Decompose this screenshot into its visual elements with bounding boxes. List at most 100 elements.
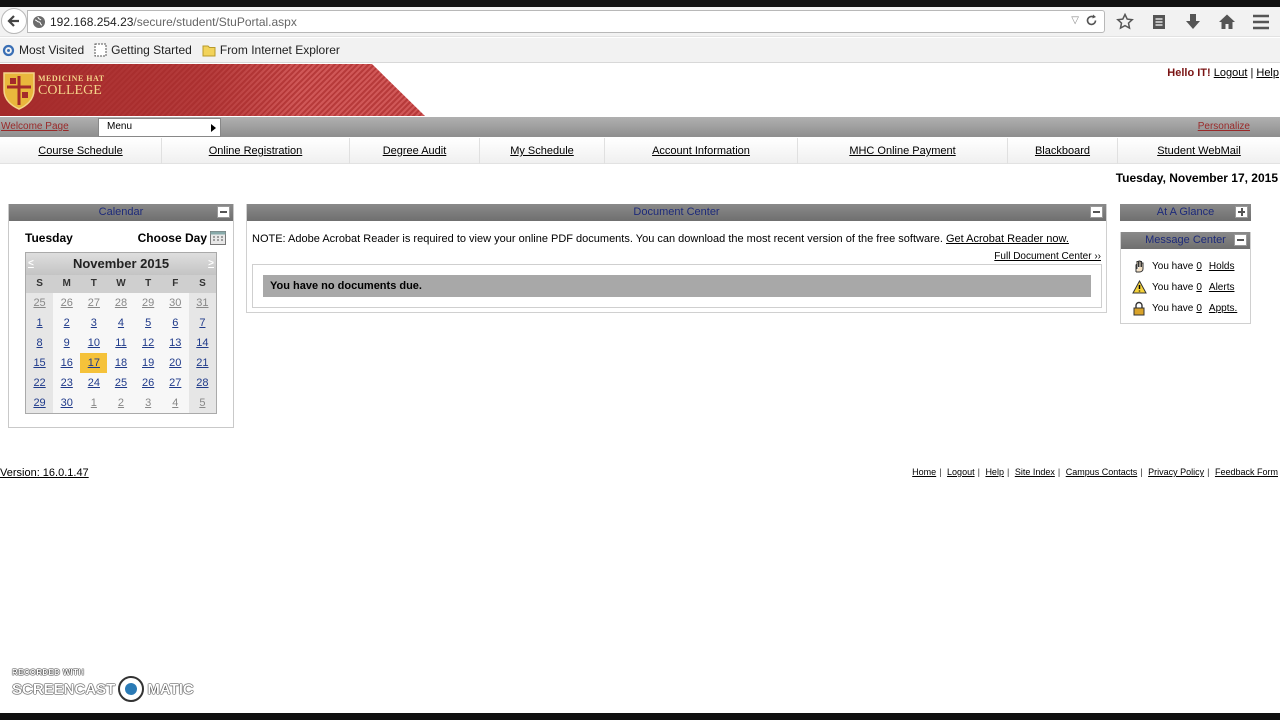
nav-link[interactable]: Blackboard <box>1035 145 1090 157</box>
bookmark-most-visited[interactable]: Most Visited <box>2 43 84 57</box>
calendar-day[interactable]: 5 <box>135 313 162 333</box>
nav-link[interactable]: MHC Online Payment <box>849 145 955 157</box>
bookmark-getting-started[interactable]: Getting Started <box>94 43 192 57</box>
calendar-day[interactable]: 5 <box>188 393 216 413</box>
calendar-day[interactable]: 21 <box>188 353 216 373</box>
alerts-link[interactable]: Alerts <box>1209 282 1235 293</box>
home-icon[interactable] <box>1216 12 1238 32</box>
calendar-day[interactable]: 19 <box>135 353 162 373</box>
calendar-day[interactable]: 4 <box>162 393 189 413</box>
appts-link[interactable]: Appts. <box>1209 303 1237 314</box>
calendar-day[interactable]: 22 <box>26 373 54 393</box>
nav-account-information[interactable]: Account Information <box>605 138 798 164</box>
calendar-day[interactable]: 2 <box>53 313 80 333</box>
calendar-day[interactable]: 8 <box>26 333 54 353</box>
calendar-day[interactable]: 3 <box>80 313 107 333</box>
calendar-day[interactable]: 27 <box>162 373 189 393</box>
minimize-icon[interactable] <box>1090 206 1103 218</box>
nav-degree-audit[interactable]: Degree Audit <box>350 138 480 164</box>
nav-blackboard[interactable]: Blackboard <box>1008 138 1118 164</box>
full-document-center-link[interactable]: Full Document Center ›› <box>994 251 1101 262</box>
footer-home-link[interactable]: Home <box>912 467 936 477</box>
calendar-day[interactable]: 13 <box>162 333 189 353</box>
calendar-day[interactable]: 12 <box>135 333 162 353</box>
minimize-icon[interactable] <box>1234 234 1247 246</box>
holds-count-link[interactable]: 0 <box>1196 261 1202 272</box>
nav-link[interactable]: Student WebMail <box>1157 145 1241 157</box>
footer-site-index-link[interactable]: Site Index <box>1015 467 1055 477</box>
minimize-icon[interactable] <box>217 206 230 218</box>
calendar-day[interactable]: 20 <box>162 353 189 373</box>
hamburger-menu-icon[interactable] <box>1250 12 1272 32</box>
calendar-day[interactable]: 1 <box>80 393 107 413</box>
calendar-day[interactable]: 26 <box>53 293 80 313</box>
calendar-day[interactable]: 6 <box>162 313 189 333</box>
calendar-day[interactable]: 25 <box>107 373 134 393</box>
nav-link[interactable]: My Schedule <box>510 145 574 157</box>
alerts-count-link[interactable]: 0 <box>1196 282 1202 293</box>
calendar-day[interactable]: 16 <box>53 353 80 373</box>
calendar-day[interactable]: 15 <box>26 353 54 373</box>
calendar-day[interactable]: 2 <box>107 393 134 413</box>
calendar-day[interactable]: 27 <box>80 293 107 313</box>
calendar-day[interactable]: 18 <box>107 353 134 373</box>
prev-month-button[interactable]: < <box>28 253 34 275</box>
get-acrobat-link[interactable]: Get Acrobat Reader now. <box>946 233 1069 245</box>
reload-icon[interactable] <box>1085 14 1098 27</box>
nav-student-webmail[interactable]: Student WebMail <box>1118 138 1280 164</box>
footer-logout-link[interactable]: Logout <box>947 467 975 477</box>
expand-icon[interactable] <box>1235 206 1248 218</box>
calendar-day[interactable]: 1 <box>26 313 54 333</box>
next-month-button[interactable]: > <box>208 253 214 275</box>
appts-count-link[interactable]: 0 <box>1196 303 1202 314</box>
calendar-day-today[interactable]: 17 <box>80 353 108 373</box>
calendar-day[interactable]: 31 <box>188 293 216 313</box>
calendar-day[interactable]: 30 <box>162 293 189 313</box>
calendar-day[interactable]: 7 <box>188 313 216 333</box>
calendar-day[interactable]: 29 <box>26 393 54 413</box>
calendar-day[interactable]: 25 <box>26 293 54 313</box>
dropdown-arrow-icon[interactable]: ▽ <box>1071 15 1079 26</box>
footer-feedback-form-link[interactable]: Feedback Form <box>1215 467 1278 477</box>
footer-campus-contacts-link[interactable]: Campus Contacts <box>1066 467 1138 477</box>
nav-mhc-online-payment[interactable]: MHC Online Payment <box>798 138 1008 164</box>
calendar-icon[interactable] <box>210 231 226 245</box>
bookmark-star-icon[interactable] <box>1114 12 1136 32</box>
reading-list-icon[interactable] <box>1148 12 1170 32</box>
calendar-day[interactable]: 9 <box>53 333 80 353</box>
nav-link[interactable]: Online Registration <box>209 145 303 157</box>
choose-day-control[interactable]: Choose Day <box>138 231 226 245</box>
version-link[interactable]: Version: 16.0.1.47 <box>0 467 89 479</box>
calendar-day[interactable]: 29 <box>135 293 162 313</box>
personalize-link[interactable]: Personalize <box>1198 121 1250 132</box>
download-icon[interactable] <box>1182 12 1204 32</box>
nav-link[interactable]: Account Information <box>652 145 750 157</box>
calendar-day[interactable]: 30 <box>53 393 80 413</box>
nav-link[interactable]: Degree Audit <box>383 145 447 157</box>
calendar-day[interactable]: 24 <box>80 373 107 393</box>
college-logo[interactable]: MEDICINE HAT COLLEGE <box>0 64 425 116</box>
calendar-day[interactable]: 11 <box>107 333 134 353</box>
nav-my-schedule[interactable]: My Schedule <box>480 138 605 164</box>
calendar-day[interactable]: 3 <box>135 393 162 413</box>
nav-link[interactable]: Course Schedule <box>38 145 122 157</box>
address-bar[interactable]: 192.168.254.23/secure/student/StuPortal.… <box>27 10 1105 33</box>
calendar-day[interactable]: 23 <box>53 373 80 393</box>
footer-help-link[interactable]: Help <box>985 467 1004 477</box>
nav-online-registration[interactable]: Online Registration <box>162 138 350 164</box>
calendar-day[interactable]: 28 <box>107 293 134 313</box>
nav-course-schedule[interactable]: Course Schedule <box>0 138 162 164</box>
back-button[interactable] <box>1 8 27 34</box>
calendar-day[interactable]: 28 <box>188 373 216 393</box>
holds-link[interactable]: Holds <box>1209 261 1235 272</box>
calendar-day[interactable]: 26 <box>135 373 162 393</box>
welcome-page-link[interactable]: Welcome Page <box>1 121 69 132</box>
footer-privacy-policy-link[interactable]: Privacy Policy <box>1148 467 1204 477</box>
help-link[interactable]: Help <box>1256 67 1279 79</box>
menu-dropdown[interactable]: Menu <box>98 118 221 137</box>
calendar-day[interactable]: 4 <box>107 313 134 333</box>
logout-link[interactable]: Logout <box>1214 67 1248 79</box>
calendar-day[interactable]: 10 <box>80 333 107 353</box>
calendar-day[interactable]: 14 <box>188 333 216 353</box>
bookmark-from-ie[interactable]: From Internet Explorer <box>202 43 340 57</box>
